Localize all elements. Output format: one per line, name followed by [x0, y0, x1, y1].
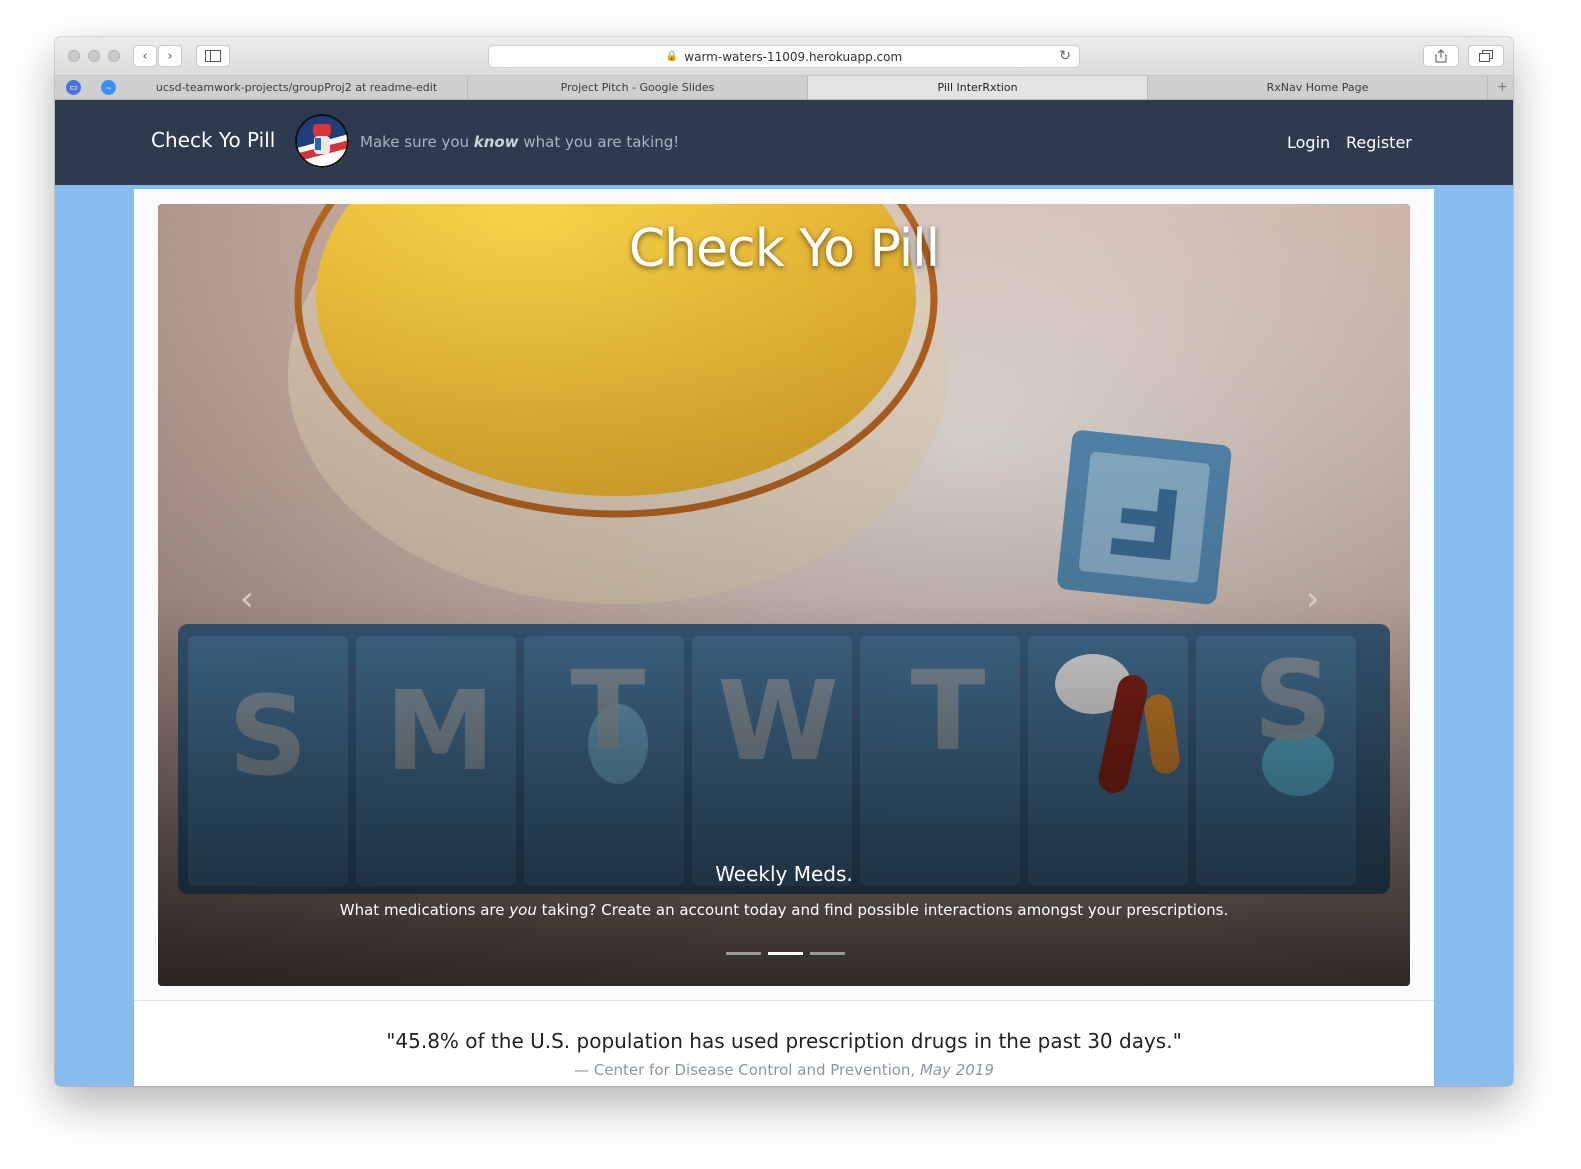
hero-carousel: S M T W T S Check Yo Pill ‹ › Weekly Med…: [158, 204, 1410, 986]
logo-icon: [295, 114, 349, 168]
carousel-indicators: [726, 952, 845, 955]
chevron-left-icon: ‹: [142, 48, 148, 64]
browser-titlebar: ‹ › 🔒 warm-waters-11009.herokuapp.com ↻: [55, 37, 1513, 76]
brand-link[interactable]: Check Yo Pill: [151, 128, 275, 152]
statistic-quote: "45.8% of the U.S. population has used p…: [386, 1029, 1182, 1053]
carousel-indicator-1[interactable]: [726, 952, 761, 955]
tab-overview-button[interactable]: [1468, 45, 1504, 67]
quote-section: "45.8% of the U.S. population has used p…: [134, 1001, 1434, 1086]
tab-github[interactable]: ucsd-teamwork-projects/groupProj2 at rea…: [126, 76, 468, 99]
pinned-tab-icon[interactable]: ▭: [66, 80, 81, 95]
chevron-right-icon: ›: [1306, 579, 1320, 619]
tab-rxnav[interactable]: RxNav Home Page: [1148, 76, 1488, 99]
new-tab-button[interactable]: +: [1498, 76, 1507, 99]
carousel-prev-button[interactable]: ‹: [240, 579, 254, 619]
login-link[interactable]: Login: [1287, 133, 1330, 152]
tab-bar: ▭ ~ ucsd-teamwork-projects/groupProj2 at…: [55, 76, 1513, 100]
close-window-button[interactable]: [68, 50, 80, 62]
tab-pill-interrxtion[interactable]: Pill InterRxtion: [808, 76, 1148, 99]
forward-button[interactable]: ›: [158, 45, 182, 67]
chevron-left-icon: ‹: [240, 579, 254, 619]
carousel-indicator-3[interactable]: [810, 952, 845, 955]
tagline: Make sure you know what you are taking!: [360, 133, 680, 151]
plus-icon: +: [1497, 78, 1507, 96]
reload-icon[interactable]: ↻: [1059, 48, 1071, 64]
messenger-icon[interactable]: ~: [101, 80, 116, 95]
tabs-icon: [1479, 50, 1493, 62]
zoom-window-button[interactable]: [108, 50, 120, 62]
back-button[interactable]: ‹: [133, 45, 157, 67]
register-link[interactable]: Register: [1346, 133, 1412, 152]
carousel-next-button[interactable]: ›: [1306, 579, 1320, 619]
chevron-right-icon: ›: [167, 48, 173, 64]
sidebar-icon: [205, 50, 221, 62]
site-navbar: Check Yo Pill Make sure you know what yo…: [55, 100, 1513, 185]
hero-title: Check Yo Pill: [628, 219, 940, 279]
main-container: S M T W T S Check Yo Pill ‹ › Weekly Med…: [134, 189, 1434, 1086]
lock-icon: 🔒: [665, 51, 679, 62]
carousel-indicator-2[interactable]: [768, 952, 803, 955]
url-text: warm-waters-11009.herokuapp.com: [684, 49, 903, 64]
share-icon: [1435, 49, 1447, 63]
sidebar-toggle-button[interactable]: [196, 45, 230, 67]
slide-heading: Weekly Meds.: [715, 862, 853, 886]
minimize-window-button[interactable]: [88, 50, 100, 62]
address-bar[interactable]: 🔒 warm-waters-11009.herokuapp.com ↻: [488, 45, 1080, 68]
tab-google-slides[interactable]: Project Pitch - Google Slides: [468, 76, 808, 99]
share-button[interactable]: [1423, 45, 1459, 67]
slide-text: What medications are you taking? Create …: [339, 901, 1229, 919]
browser-window: ‹ › 🔒 warm-waters-11009.herokuapp.com ↻ …: [55, 37, 1513, 1086]
quote-citation: — Center for Disease Control and Prevent…: [574, 1061, 994, 1079]
